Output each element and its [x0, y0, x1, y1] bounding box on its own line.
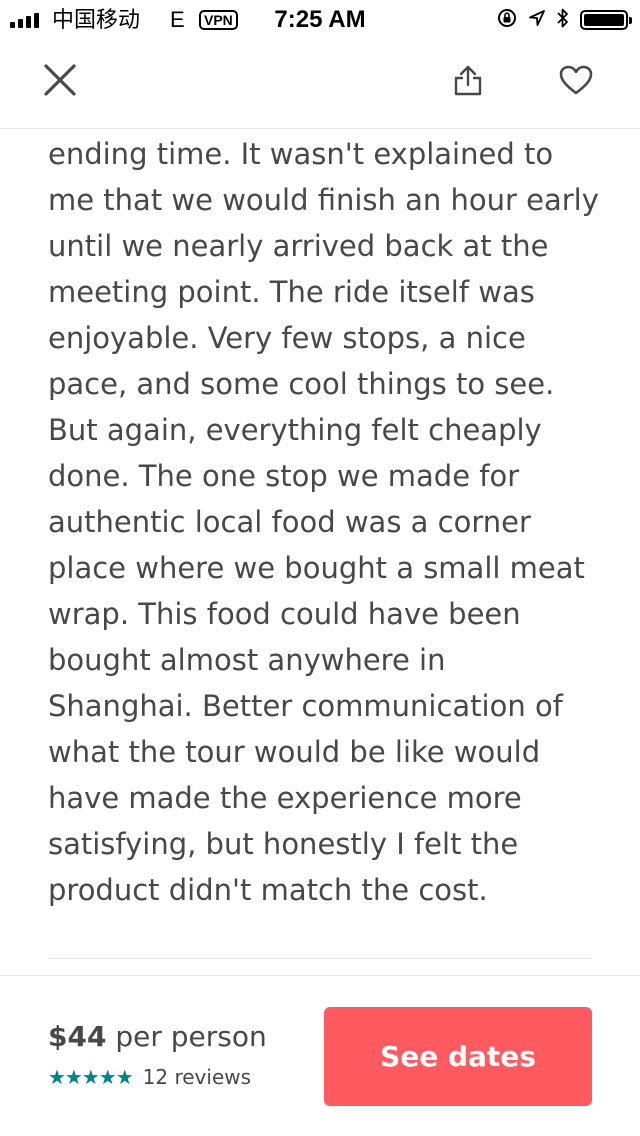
battery-level: [584, 14, 624, 26]
price-amount: $44: [48, 1020, 107, 1053]
location-arrow-icon: [528, 9, 546, 32]
rating-summary[interactable]: ★★★★★ 12 reviews: [48, 1065, 251, 1089]
close-icon: [43, 63, 77, 101]
status-icons: [496, 7, 632, 34]
bluetooth-icon: [556, 7, 570, 34]
top-nav-bar: [0, 40, 640, 129]
booking-footer: $44 per person ★★★★★ 12 reviews See date…: [0, 975, 640, 1136]
orientation-lock-icon: [496, 7, 518, 34]
favorite-button[interactable]: [556, 62, 596, 102]
review-content[interactable]: ending time. It wasn't explained to me t…: [0, 129, 640, 975]
price-unit: per person: [115, 1020, 267, 1053]
review-body-text: ending time. It wasn't explained to me t…: [48, 137, 599, 907]
price-line: $44 per person: [48, 1020, 267, 1054]
share-icon: [453, 64, 483, 100]
section-divider: [48, 958, 592, 959]
share-button[interactable]: [448, 62, 488, 102]
status-bar: 中国移动 E VPN 7:25 AM: [0, 0, 640, 40]
star-rating-icon: ★★★★★: [48, 1065, 134, 1089]
battery-icon: [580, 10, 632, 30]
reviews-count: 12 reviews: [142, 1065, 252, 1089]
close-button[interactable]: [40, 62, 80, 102]
see-dates-button[interactable]: See dates: [324, 1007, 592, 1106]
heart-icon: [558, 64, 594, 100]
